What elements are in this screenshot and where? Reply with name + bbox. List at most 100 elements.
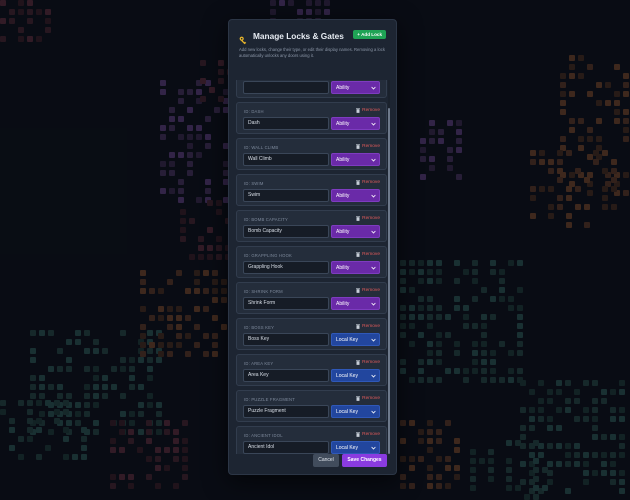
lock-card: ID: SWIM Remove Swim Ability <box>236 174 387 206</box>
chevron-down-icon <box>371 410 376 414</box>
lock-type-value: Local Key <box>336 337 358 343</box>
remove-lock-button[interactable]: Remove <box>356 216 380 221</box>
lock-name-input[interactable]: Area Key <box>243 369 329 382</box>
lock-card: RemoveAbility <box>236 80 387 98</box>
lock-type-select[interactable]: Local Key <box>331 369 380 382</box>
lock-name-input[interactable]: Puzzle Fragment <box>243 405 329 418</box>
lock-type-value: Ability <box>336 229 350 235</box>
remove-label: Remove <box>362 396 380 401</box>
remove-lock-button[interactable]: Remove <box>356 360 380 365</box>
lock-card: ID: ANCIENT IDOL Remove Ancient Idol Local … <box>236 426 387 454</box>
lock-type-select[interactable]: Ability <box>331 117 380 130</box>
lock-id-label: ID: DASH <box>244 109 264 114</box>
lock-type-select[interactable]: Local Key <box>331 405 380 418</box>
lock-id-label: ID: GRAPPLING HOOK <box>244 253 293 258</box>
lock-type-select[interactable]: Ability <box>331 189 380 202</box>
lock-type-select[interactable]: Ability <box>331 81 380 94</box>
chevron-down-icon <box>371 374 376 378</box>
chevron-down-icon <box>371 194 376 198</box>
lock-card: ID: SHRINK FORM Remove Shrink Form Ability <box>236 282 387 314</box>
lock-type-value: Local Key <box>336 445 358 451</box>
lock-list-scroll-area[interactable]: RemoveAbilityID: DASHRemoveDashAbilityID… <box>236 80 387 454</box>
lock-id-label: ID: WALL CLIMB <box>244 145 279 150</box>
modal-footer: Cancel Save Changes <box>229 454 396 476</box>
lock-type-select[interactable]: Local Key <box>331 441 380 454</box>
lock-type-value: Ability <box>336 301 350 307</box>
trash-icon <box>356 252 361 257</box>
add-lock-button[interactable]: + Add Lock <box>353 30 386 39</box>
trash-icon <box>356 216 361 221</box>
lock-name-input[interactable]: Dash <box>243 117 329 130</box>
scrollbar-thumb[interactable] <box>388 108 390 454</box>
cancel-button[interactable]: Cancel <box>313 454 339 467</box>
remove-lock-button[interactable]: Remove <box>356 252 380 257</box>
remove-lock-button[interactable]: Remove <box>356 324 380 329</box>
lock-name-input[interactable] <box>243 81 329 94</box>
lock-name-input[interactable]: Shrink Form <box>243 297 329 310</box>
remove-label: Remove <box>362 324 380 329</box>
lock-type-select[interactable]: Ability <box>331 261 380 274</box>
chevron-down-icon <box>371 338 376 342</box>
remove-label: Remove <box>362 288 380 293</box>
trash-icon <box>356 324 361 329</box>
remove-label: Remove <box>362 108 380 113</box>
chevron-down-icon <box>371 158 376 162</box>
trash-icon <box>356 108 361 113</box>
remove-lock-button[interactable]: Remove <box>356 144 380 149</box>
modal-title: Manage Locks & Gates <box>253 31 344 41</box>
lock-name-input[interactable]: Wall Climb <box>243 153 329 166</box>
key-icon <box>239 32 248 44</box>
trash-icon <box>356 360 361 365</box>
lock-card: ID: BOMB CAPACITY Remove Bomb Capacity Abil… <box>236 210 387 242</box>
remove-lock-button[interactable]: Remove <box>356 396 380 401</box>
lock-card: ID: GRAPPLING HOOK Remove Grappling Hook Ab… <box>236 246 387 278</box>
remove-label: Remove <box>362 144 380 149</box>
save-changes-button[interactable]: Save Changes <box>342 454 387 467</box>
remove-lock-button[interactable]: Remove <box>356 180 380 185</box>
lock-id-label: ID: BOSS KEY <box>244 325 275 330</box>
chevron-down-icon <box>371 86 376 90</box>
lock-id-label: ID: PUZZLE FRAGMENT <box>244 397 296 402</box>
lock-id-label: ID: AREA KEY <box>244 361 274 366</box>
trash-icon <box>356 288 361 293</box>
lock-card: ID: DASH Remove Dash Ability <box>236 102 387 134</box>
chevron-down-icon <box>371 122 376 126</box>
lock-name-input[interactable]: Bomb Capacity <box>243 225 329 238</box>
scrollbar[interactable] <box>388 80 390 454</box>
lock-type-select[interactable]: Ability <box>331 153 380 166</box>
chevron-down-icon <box>371 302 376 306</box>
lock-name-input[interactable]: Swim <box>243 189 329 202</box>
lock-type-value: Local Key <box>336 409 358 415</box>
lock-type-select[interactable]: Ability <box>331 297 380 310</box>
remove-label: Remove <box>362 252 380 257</box>
lock-card: ID: WALL CLIMB Remove Wall Climb Ability <box>236 138 387 170</box>
lock-type-value: Ability <box>336 193 350 199</box>
trash-icon <box>356 432 361 437</box>
lock-type-value: Local Key <box>336 373 358 379</box>
lock-type-value: Ability <box>336 85 350 91</box>
lock-card: ID: BOSS KEY Remove Boss Key Local Key <box>236 318 387 350</box>
remove-lock-button[interactable]: Remove <box>356 288 380 293</box>
lock-id-label: ID: ANCIENT IDOL <box>244 433 283 438</box>
lock-type-select[interactable]: Ability <box>331 225 380 238</box>
chevron-down-icon <box>371 446 376 450</box>
trash-icon <box>356 396 361 401</box>
remove-lock-button[interactable]: Remove <box>356 432 380 437</box>
remove-lock-button[interactable]: Remove <box>356 108 380 113</box>
lock-card: ID: AREA KEY Remove Area Key Local Key <box>236 354 387 386</box>
trash-icon <box>356 144 361 149</box>
lock-type-select[interactable]: Local Key <box>331 333 380 346</box>
lock-card: ID: PUZZLE FRAGMENT Remove Puzzle Fragment… <box>236 390 387 422</box>
chevron-down-icon <box>371 266 376 270</box>
chevron-down-icon <box>371 230 376 234</box>
lock-id-label: ID: SWIM <box>244 181 264 186</box>
lock-name-input[interactable]: Boss Key <box>243 333 329 346</box>
modal-header: Manage Locks & Gates + Add Lock <box>239 30 386 44</box>
modal-description: Add new locks, change their type, or edi… <box>239 47 385 58</box>
remove-label: Remove <box>362 180 380 185</box>
remove-label: Remove <box>362 216 380 221</box>
lock-name-input[interactable]: Ancient Idol <box>243 441 329 454</box>
lock-type-value: Ability <box>336 157 350 163</box>
lock-name-input[interactable]: Grappling Hook <box>243 261 329 274</box>
remove-label: Remove <box>362 432 380 437</box>
